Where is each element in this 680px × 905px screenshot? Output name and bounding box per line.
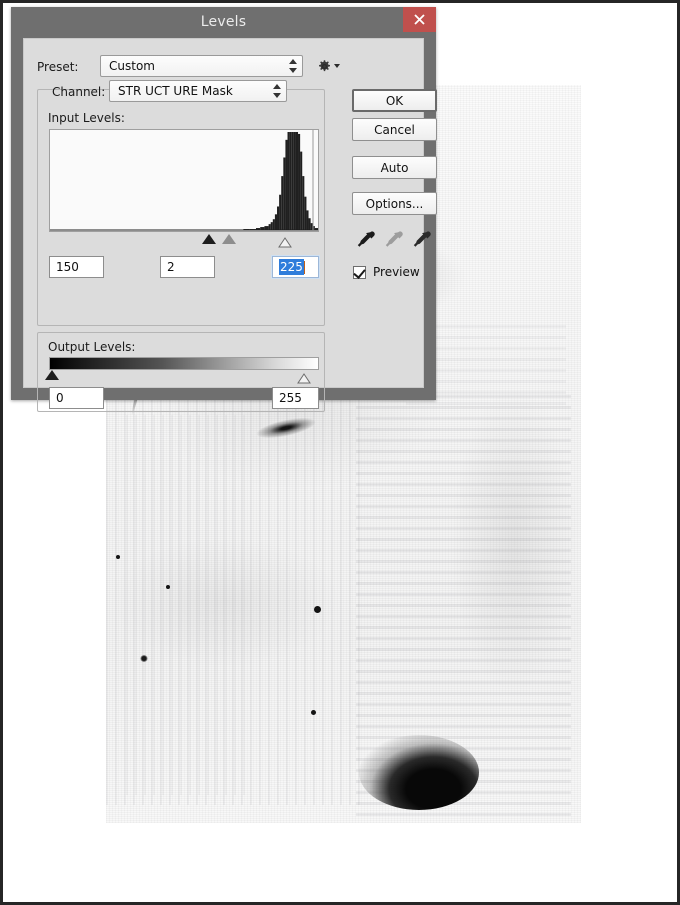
channel-label: Channel: [52,85,106,99]
set-white-point-eyedropper-icon[interactable] [410,229,432,251]
preset-label: Preset: [37,60,79,74]
chevron-updown-icon [288,59,297,73]
channel-row: Channel: STR UCT URE Mask [52,80,342,104]
input-midtone-field[interactable]: 2 [160,256,215,278]
output-levels-slider[interactable] [45,369,319,384]
gear-icon[interactable] [317,57,341,75]
close-icon[interactable] [403,7,436,32]
set-black-point-eyedropper-icon[interactable] [354,229,376,251]
input-highlight-slider-handle[interactable] [278,233,292,252]
histogram-bars [243,132,318,230]
preset-row: Preset: Custom [37,55,412,79]
auto-button[interactable]: Auto [352,156,437,179]
output-highlight-slider-handle[interactable] [297,369,311,388]
dialog-title: Levels [200,14,247,30]
levels-dialog[interactable]: Levels Preset: Custom Channel: STR UCT U… [11,7,437,412]
preview-checkbox[interactable]: Preview [353,265,420,279]
cancel-button[interactable]: Cancel [352,118,437,141]
histogram[interactable] [49,129,319,232]
ok-button[interactable]: OK [352,89,437,112]
input-highlight-value: 225 [279,259,304,275]
preset-value: Custom [109,59,155,73]
chevron-updown-icon [272,84,281,98]
output-shadow-field[interactable]: 0 [49,387,104,409]
preview-label: Preview [373,265,420,279]
set-gray-point-eyedropper-icon[interactable] [382,229,404,251]
preset-dropdown[interactable]: Custom [100,55,303,77]
input-highlight-field[interactable]: 225 [271,255,320,279]
input-levels-slider[interactable] [49,233,319,248]
dialog-body: Preset: Custom Channel: STR UCT URE Mask… [23,38,437,412]
output-highlight-field[interactable]: 255 [272,387,319,409]
eyedropper-group [354,229,439,253]
output-levels-label: Output Levels: [48,340,136,354]
channel-dropdown[interactable]: STR UCT URE Mask [109,80,287,102]
input-levels-label: Input Levels: [48,111,125,125]
input-shadow-field[interactable]: 150 [49,256,104,278]
page-canvas: Levels Preset: Custom Channel: STR UCT U… [0,0,680,905]
channel-value: STR UCT URE Mask [118,84,233,98]
dialog-titlebar[interactable]: Levels [11,7,436,38]
checkmark-icon [353,265,366,279]
options-button[interactable]: Options... [352,192,437,215]
